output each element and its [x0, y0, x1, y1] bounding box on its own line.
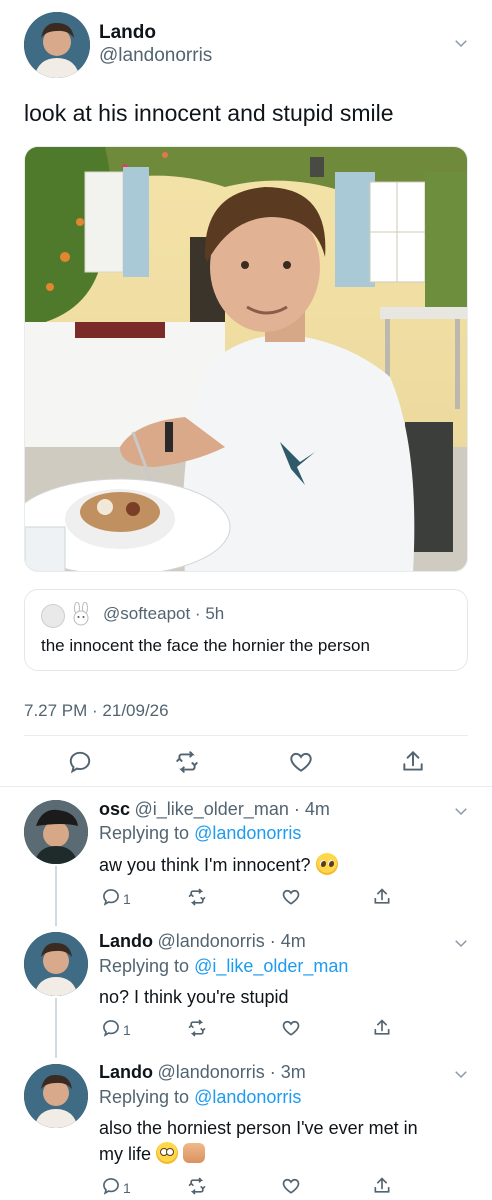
reply-text-line2: my life — [99, 1144, 152, 1164]
reply-count: 1 — [123, 1022, 131, 1038]
author-handle[interactable]: @landonorris — [99, 45, 212, 67]
quoted-avatar — [41, 604, 65, 628]
reply-count: 1 — [123, 1180, 131, 1196]
tweet-timestamp[interactable]: 7.27 PM · 21/09/26 — [24, 701, 169, 721]
replying-to-link[interactable]: @i_like_older_man — [194, 956, 348, 976]
reply-author-name[interactable]: Lando — [99, 1062, 153, 1082]
retweet-icon[interactable] — [187, 1176, 207, 1196]
author-name[interactable]: Lando — [99, 22, 156, 44]
divider — [0, 786, 492, 787]
reply-avatar[interactable] — [24, 1064, 88, 1128]
bunny-emoji — [69, 601, 93, 631]
divider — [24, 735, 468, 736]
retweet-icon[interactable] — [187, 887, 207, 907]
like-icon[interactable] — [281, 887, 301, 907]
quoted-handle[interactable]: @softeapot — [103, 604, 190, 623]
reply-avatar[interactable] — [24, 932, 88, 996]
reply-icon[interactable] — [101, 1018, 121, 1038]
reply-author-handle[interactable]: @landonorris — [157, 1062, 264, 1082]
chevron-down-icon[interactable] — [452, 802, 470, 820]
face-with-rolling-eyes-emoji — [156, 1142, 179, 1164]
reply-text: aw you think I'm innocent? — [99, 855, 311, 875]
like-icon[interactable] — [288, 749, 314, 775]
share-icon[interactable] — [372, 1018, 392, 1038]
pleading-face-emoji — [315, 853, 338, 875]
fist-emoji — [183, 1143, 206, 1163]
chevron-down-icon[interactable] — [452, 934, 470, 952]
retweet-icon[interactable] — [174, 749, 200, 775]
retweet-icon[interactable] — [187, 1018, 207, 1038]
reply-time: 4m — [304, 799, 330, 819]
reply-count: 1 — [123, 891, 131, 907]
reply-time: 3m — [280, 1062, 306, 1082]
share-icon[interactable] — [372, 1176, 392, 1196]
reply-author-handle[interactable]: @i_like_older_man — [134, 799, 288, 819]
reply-avatar[interactable] — [24, 800, 88, 864]
thread-line — [55, 998, 57, 1058]
thread-line — [55, 866, 57, 926]
reply-author-name[interactable]: osc — [99, 799, 130, 819]
author-avatar[interactable] — [24, 12, 90, 78]
share-icon[interactable] — [372, 887, 392, 907]
replying-label: Replying to — [99, 1087, 190, 1107]
chevron-down-icon[interactable] — [452, 1065, 470, 1083]
reply-author-name[interactable]: Lando — [99, 931, 153, 951]
reply-icon[interactable] — [101, 887, 121, 907]
replying-label: Replying to — [99, 956, 190, 976]
replying-to-link[interactable]: @landonorris — [194, 1087, 301, 1107]
tweet-text: look at his innocent and stupid smile — [24, 100, 394, 126]
reply-icon[interactable] — [67, 749, 93, 775]
reply-text: no? I think you're stupid — [99, 987, 289, 1007]
like-icon[interactable] — [281, 1176, 301, 1196]
replying-label: Replying to — [99, 823, 190, 843]
replying-to-link[interactable]: @landonorris — [194, 823, 301, 843]
quoted-time: 5h — [205, 604, 225, 623]
tweet-photo[interactable] — [24, 146, 468, 572]
quoted-text: the innocent the face the hornier the pe… — [41, 636, 370, 655]
reply-icon[interactable] — [101, 1176, 121, 1196]
like-icon[interactable] — [281, 1018, 301, 1038]
chevron-down-icon[interactable] — [452, 34, 470, 52]
reply-author-handle[interactable]: @landonorris — [157, 931, 264, 951]
quoted-tweet[interactable]: @softeapot · 5h the innocent the face th… — [24, 589, 468, 671]
reply-text-line1: also the horniest person I've ever met i… — [99, 1118, 418, 1138]
reply-time: 4m — [280, 931, 306, 951]
share-icon[interactable] — [400, 749, 426, 775]
